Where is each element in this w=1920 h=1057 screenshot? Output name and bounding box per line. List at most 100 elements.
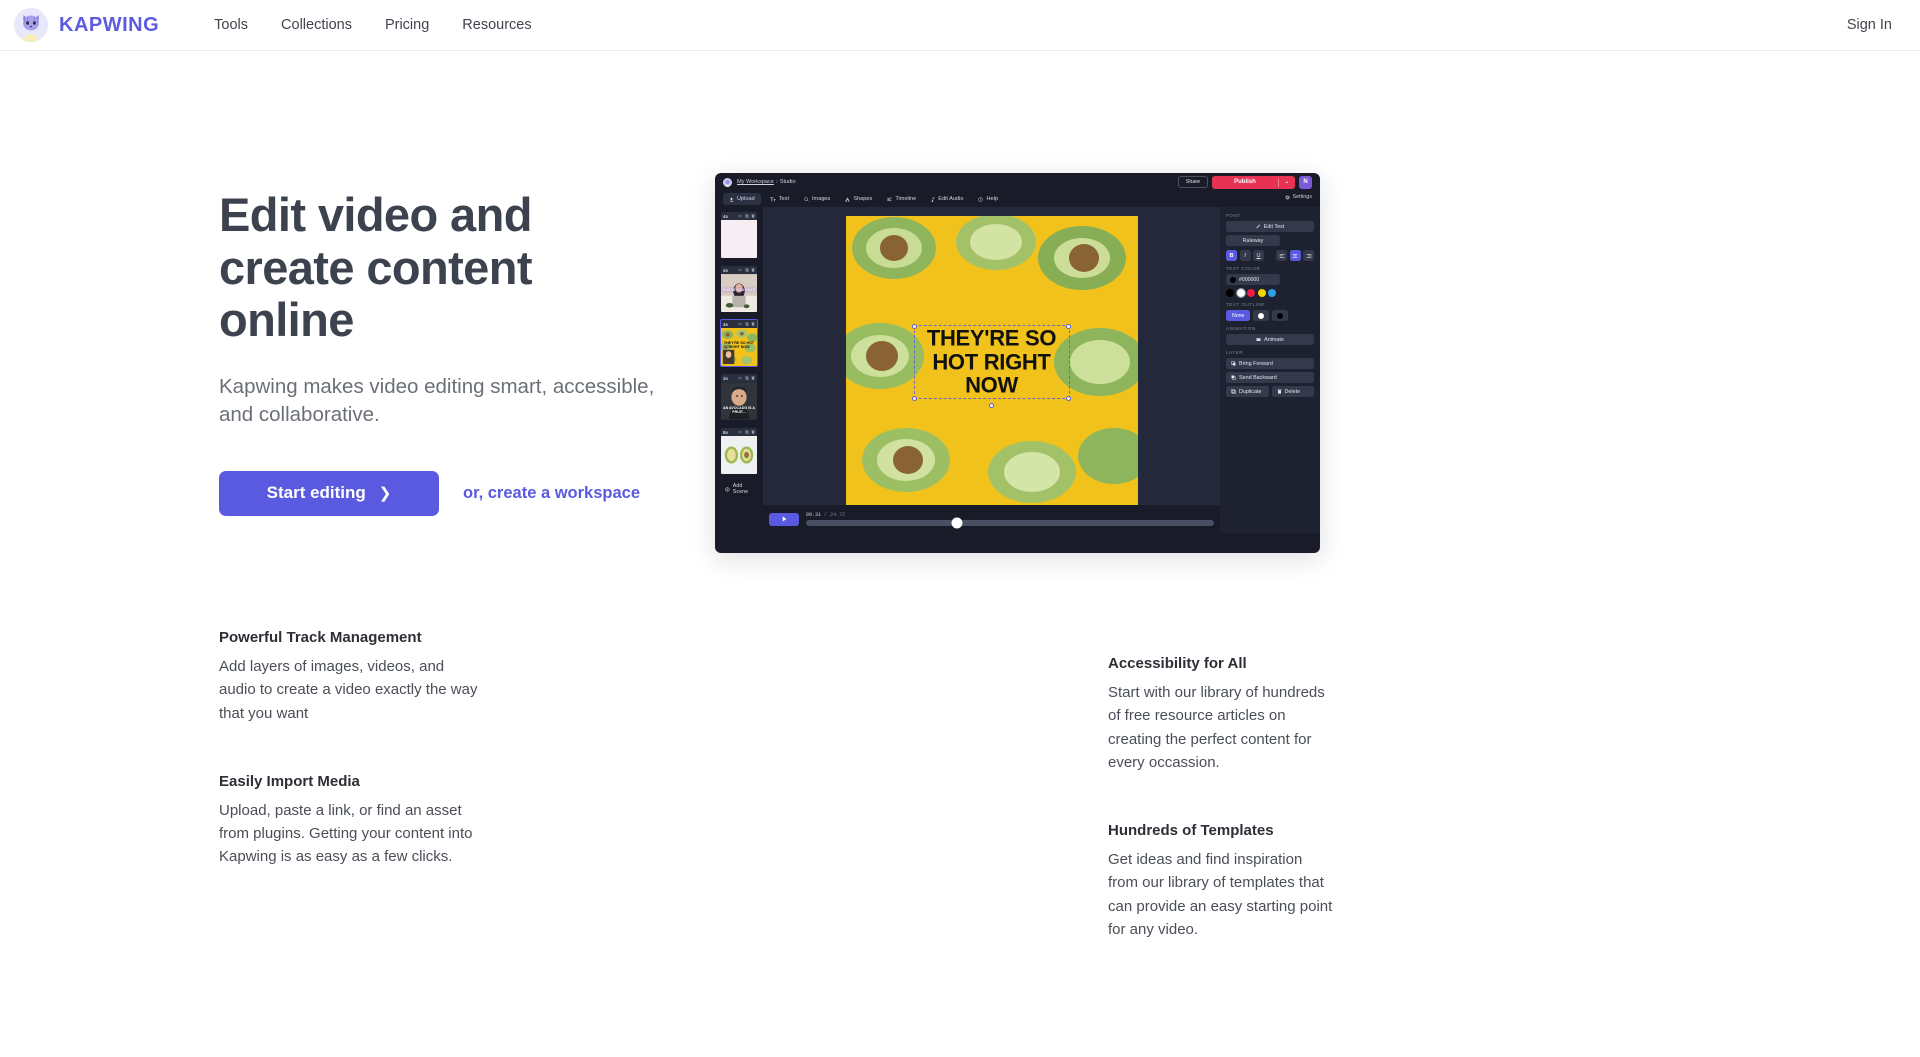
time-readout: 09.31 / 24.72	[806, 512, 1214, 518]
bring-forward-button[interactable]: Bring Forward	[1226, 358, 1314, 369]
tool-text[interactable]: Text	[764, 193, 795, 205]
align-center-icon[interactable]	[1289, 250, 1301, 261]
rotate-handle[interactable]	[989, 403, 994, 408]
scene-caption: AN AVOCADO IS A FRUIT...	[722, 405, 755, 414]
text-color-label: TEXT COLOR	[1226, 266, 1261, 271]
swatch-red[interactable]	[1247, 289, 1255, 297]
selection-box[interactable]	[912, 323, 1071, 408]
delete-button[interactable]: Delete	[1271, 386, 1314, 397]
outline-black-button[interactable]	[1272, 310, 1289, 321]
text-outline-options: None	[1226, 310, 1314, 321]
scene-item[interactable]: 3s AN AVOCADO IS A FRUIT...	[720, 373, 758, 421]
align-left-icon[interactable]	[1276, 250, 1287, 261]
scene-icons	[738, 430, 755, 434]
add-scene-button[interactable]: Add Scene	[720, 481, 758, 495]
settings-button[interactable]: Settings	[1284, 194, 1312, 200]
scene-list: 4s 4s GUESS YOU GUYS 4s THEY'RE SO HOT R…	[715, 207, 763, 533]
scene-toolbar: 3s	[721, 374, 757, 382]
align-right-icon[interactable]	[1303, 250, 1314, 261]
editor-toolbar: Upload Text Images Shapes Timeline Edit …	[715, 191, 1320, 207]
tool-upload[interactable]: Upload	[723, 193, 761, 205]
tool-images-label: Images	[812, 196, 831, 202]
animation-label: ANIMATION	[1226, 326, 1256, 331]
editor-titlebar: My Workspace › Studio Share Publish ⌄ N	[715, 173, 1320, 191]
breadcrumb-workspace[interactable]: My Workspace	[737, 179, 774, 185]
logo[interactable]: KAPWING	[14, 8, 159, 42]
scene-thumbnail	[721, 220, 757, 258]
share-button[interactable]: Share	[1177, 176, 1209, 188]
font-section-label: FONT	[1226, 213, 1241, 218]
sign-in-link[interactable]: Sign In	[1847, 17, 1892, 33]
breadcrumb: My Workspace › Studio	[737, 179, 796, 185]
resize-handle-top-right[interactable]	[1066, 323, 1071, 329]
copy-icon	[744, 322, 749, 326]
underline-button[interactable]: U	[1253, 250, 1264, 261]
scene-item[interactable]: 4s	[720, 211, 758, 259]
scene-duration: 4s	[723, 267, 729, 273]
scrubber-knob[interactable]	[951, 517, 963, 529]
tool-text-label: Text	[778, 196, 789, 202]
tool-shapes[interactable]: Shapes	[839, 193, 878, 205]
resize-handle-bottom-right[interactable]	[1066, 395, 1071, 401]
tool-timeline-label: Timeline	[895, 196, 917, 202]
swatch-blue[interactable]	[1268, 289, 1276, 297]
bold-button[interactable]: B	[1226, 250, 1237, 261]
nav-links: Tools Collections Pricing Resources	[214, 17, 531, 33]
add-scene-label: Add Scene	[732, 483, 749, 495]
swatch-black[interactable]	[1226, 289, 1234, 297]
duplicate-button[interactable]: Duplicate	[1226, 386, 1269, 397]
send-backward-button[interactable]: Send Backward	[1226, 372, 1314, 383]
scene-item[interactable]: 4s	[720, 265, 758, 313]
trash-icon	[751, 268, 755, 272]
bring-forward-label: Bring Forward	[1239, 360, 1273, 367]
tool-help-label: Help	[986, 196, 998, 202]
player-scrubber-area: 09.31 / 24.72	[806, 512, 1214, 529]
feature-text: Get ideas and find inspiration from our …	[1108, 851, 1333, 938]
tool-help[interactable]: ? Help	[972, 193, 1004, 205]
color-swatches	[1226, 288, 1314, 298]
features-left-column: Powerful Track Management Add layers of …	[219, 629, 481, 869]
start-editing-label: Start editing	[266, 483, 366, 503]
resize-handle-bottom-left[interactable]	[912, 395, 917, 401]
tool-images[interactable]: Images	[798, 193, 836, 205]
font-family-select[interactable]: Raleway	[1226, 235, 1280, 246]
resize-handle-top-left[interactable]	[912, 323, 917, 329]
chevron-down-icon[interactable]: ⌄	[1279, 179, 1295, 185]
outline-white-button[interactable]	[1253, 310, 1270, 321]
delete-label: Delete	[1284, 388, 1301, 395]
tool-edit-audio[interactable]: Edit Audio	[925, 193, 969, 205]
text-color-field[interactable]: #000000	[1226, 274, 1280, 285]
start-editing-button[interactable]: Start editing ❯	[219, 470, 439, 516]
nav-link-pricing[interactable]: Pricing	[385, 17, 429, 33]
avatar[interactable]: N	[1299, 175, 1312, 189]
video-canvas[interactable]: THEY'RE SO HOT RIGHT NOW	[845, 216, 1138, 508]
scene-item[interactable]: 8s	[720, 427, 758, 475]
create-workspace-link[interactable]: or, create a workspace	[463, 484, 640, 503]
scene-thumbnail	[721, 436, 757, 474]
tool-timeline[interactable]: Timeline	[881, 193, 922, 205]
top-navbar: KAPWING Tools Collections Pricing Resour…	[0, 0, 1920, 51]
edit-text-button[interactable]: Edit Text	[1226, 221, 1314, 232]
gear-icon	[1284, 194, 1290, 200]
editor-actions: Share Publish ⌄ N	[1177, 175, 1312, 189]
animate-button[interactable]: Animate	[1226, 334, 1314, 345]
play-button[interactable]	[769, 512, 799, 526]
feature-import-media: Easily Import Media Upload, paste a link…	[219, 773, 481, 869]
swatch-white[interactable]	[1235, 288, 1246, 298]
nav-link-resources[interactable]: Resources	[462, 17, 531, 33]
publish-button[interactable]: Publish ⌄	[1212, 175, 1295, 189]
scrubber-track[interactable]	[806, 517, 1214, 529]
nav-link-collections[interactable]: Collections	[281, 17, 352, 33]
outline-none-button[interactable]: None	[1226, 310, 1251, 321]
scene-duration: 8s	[723, 429, 729, 435]
swatch-yellow[interactable]	[1257, 289, 1266, 297]
tool-upload-label: Upload	[737, 196, 755, 202]
scene-item-selected[interactable]: 4s THEY'RE SO HOT RIGHT NOW	[720, 319, 758, 367]
scene-icons	[738, 376, 755, 380]
feature-track-management: Powerful Track Management Add layers of …	[219, 629, 481, 725]
features-section: Powerful Track Management Add layers of …	[0, 629, 1920, 1057]
editor-body: 4s 4s GUESS YOU GUYS 4s THEY'RE SO HOT R…	[715, 207, 1320, 533]
italic-button[interactable]: I	[1239, 250, 1251, 261]
nav-link-tools[interactable]: Tools	[214, 17, 248, 33]
cat-mascot-icon	[14, 8, 48, 42]
